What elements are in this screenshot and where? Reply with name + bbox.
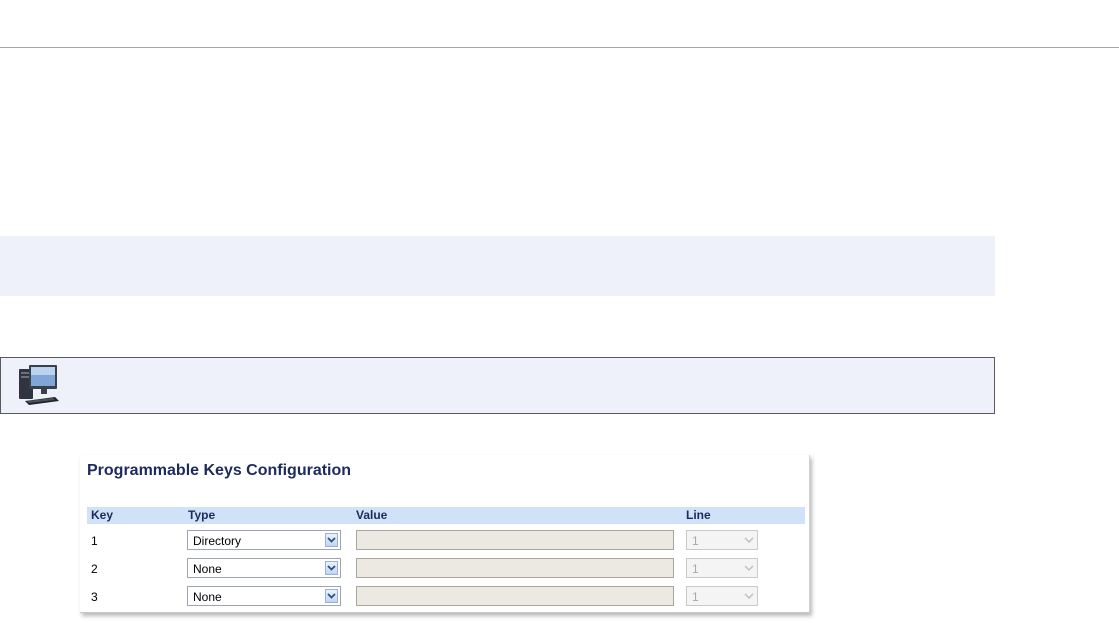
chevron-down-icon: [744, 593, 754, 600]
table-row: 2 None 1: [87, 558, 805, 582]
type-select-value: None: [193, 590, 222, 604]
chevron-down-icon[interactable]: [325, 561, 338, 575]
table-header-row: Key Type Value Line: [87, 507, 805, 524]
type-select[interactable]: Directory: [187, 530, 341, 550]
key-number: 2: [91, 562, 98, 576]
key-number: 3: [91, 590, 98, 604]
line-select[interactable]: 1: [686, 586, 758, 606]
column-header-type: Type: [188, 508, 216, 522]
line-select-value: 1: [692, 590, 699, 604]
top-divider: [0, 47, 1119, 48]
type-select-value: None: [193, 562, 222, 576]
line-select-value: 1: [692, 534, 699, 548]
key-number: 1: [91, 534, 98, 548]
shaded-band: [0, 236, 995, 296]
table-row: 1 Directory 1: [87, 530, 805, 554]
line-select-value: 1: [692, 562, 699, 576]
value-field[interactable]: [356, 586, 674, 606]
chevron-down-icon: [744, 565, 754, 572]
desktop-computer-icon: [19, 365, 59, 405]
note-box: [0, 357, 995, 414]
column-header-line: Line: [686, 508, 711, 522]
programmable-keys-panel: Programmable Keys Configuration Key Type…: [80, 455, 810, 613]
value-field[interactable]: [356, 530, 674, 550]
line-select[interactable]: 1: [686, 530, 758, 550]
type-select-value: Directory: [193, 534, 242, 548]
chevron-down-icon[interactable]: [325, 533, 338, 547]
chevron-down-icon[interactable]: [325, 589, 338, 603]
table-row: 3 None 1: [87, 586, 805, 610]
panel-title: Programmable Keys Configuration: [87, 462, 352, 479]
value-field[interactable]: [356, 558, 674, 578]
column-header-value: Value: [356, 508, 388, 522]
chevron-down-icon: [744, 537, 754, 544]
line-select[interactable]: 1: [686, 558, 758, 578]
column-header-key: Key: [91, 508, 114, 522]
type-select[interactable]: None: [187, 586, 341, 606]
type-select[interactable]: None: [187, 558, 341, 578]
